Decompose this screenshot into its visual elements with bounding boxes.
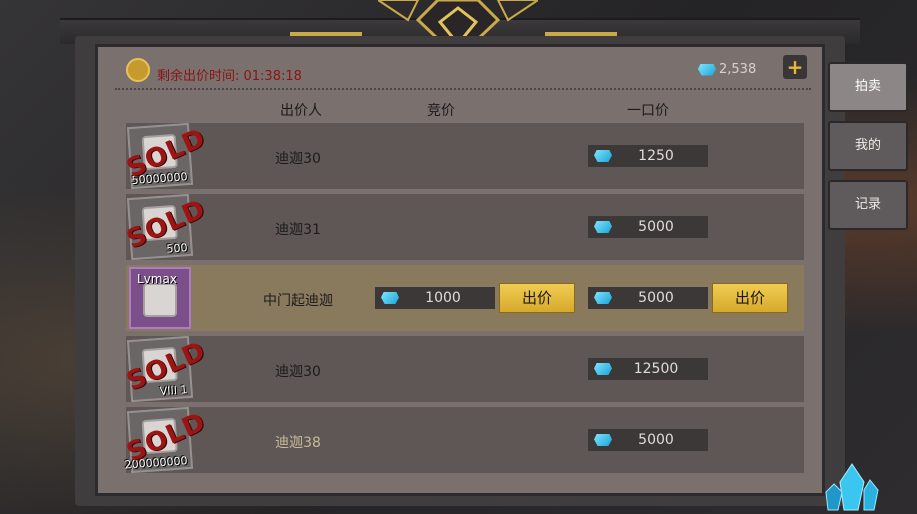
tab-records[interactable]: 记录 [828,180,908,230]
item-image [143,283,177,317]
item-icon: VIII 1 SOLD [122,335,210,403]
buyout-value: 1250 [638,148,674,164]
item-count: 500 [166,241,188,256]
buyout-button[interactable]: 出价 [712,283,788,313]
item-icon: 500 SOLD [122,193,210,261]
buyout-price: 1250 [588,145,708,167]
item-icon: 200000000 SOLD [122,406,210,474]
auction-row[interactable]: 50000000 SOLD 迪迦30 1250 [122,122,804,190]
buyout-price: 5000 [588,216,708,238]
buyout-value: 5000 [638,290,674,306]
bidder-name: 中门起迪迦 [263,293,333,309]
item-level: Lvmax [137,272,177,286]
tab-mine[interactable]: 我的 [828,121,908,171]
bidder-name: 迪迦38 [275,435,321,451]
auction-row[interactable]: 200000000 SOLD 迪迦38 5000 [122,406,804,474]
hourglass-icon [126,58,150,82]
auction-row[interactable]: 500 SOLD 迪迦31 5000 [122,193,804,261]
gem-icon [698,63,716,76]
buyout-value: 5000 [638,219,674,235]
column-header-buyout: 一口价 [627,103,669,119]
item-icon: 50000000 SOLD [122,122,210,190]
bidder-name: 迪迦30 [275,151,321,167]
gem-icon [594,150,612,162]
column-header-bid: 竞价 [427,103,455,119]
auction-row[interactable]: VIII 1 SOLD 迪迦30 12500 [122,335,804,403]
buyout-price: 12500 [588,358,708,380]
buyout-price: 5000 [588,287,708,309]
item-count: VIII 1 [159,383,188,399]
gem-balance: 2,538 [698,62,756,77]
place-bid-button[interactable]: 出价 [499,283,575,313]
add-gems-button[interactable]: + [783,55,807,79]
buyout-value: 12500 [633,361,679,377]
column-header-bidder: 出价人 [280,103,322,119]
header-divider [115,88,811,90]
tab-auction[interactable]: 拍卖 [828,62,908,112]
gem-icon [594,292,612,304]
buyout-price: 5000 [588,429,708,451]
auction-row-active[interactable]: Lvmax 中门起迪迦 1000 出价 5000 出价 [126,265,804,331]
buyout-value: 5000 [638,432,674,448]
bid-price: 1000 [375,287,495,309]
auction-panel: 剩余出价时间: 01:38:18 2,538 + 出价人 竞价 一口价 5000… [95,44,825,496]
gem-icon [594,434,612,446]
gem-icon [594,221,612,233]
timer-label: 剩余出价时间: 01:38:18 [157,69,302,84]
gem-balance-value: 2,538 [719,62,757,77]
bid-value: 1000 [425,290,461,306]
item-icon: Lvmax [129,267,191,329]
gem-icon [381,292,399,304]
crystal-icon [825,463,879,511]
gem-icon [594,363,612,375]
panel-header: 剩余出价时间: 01:38:18 2,538 + [98,47,822,87]
bidder-name: 迪迦31 [275,222,321,238]
bidder-name: 迪迦30 [275,364,321,380]
